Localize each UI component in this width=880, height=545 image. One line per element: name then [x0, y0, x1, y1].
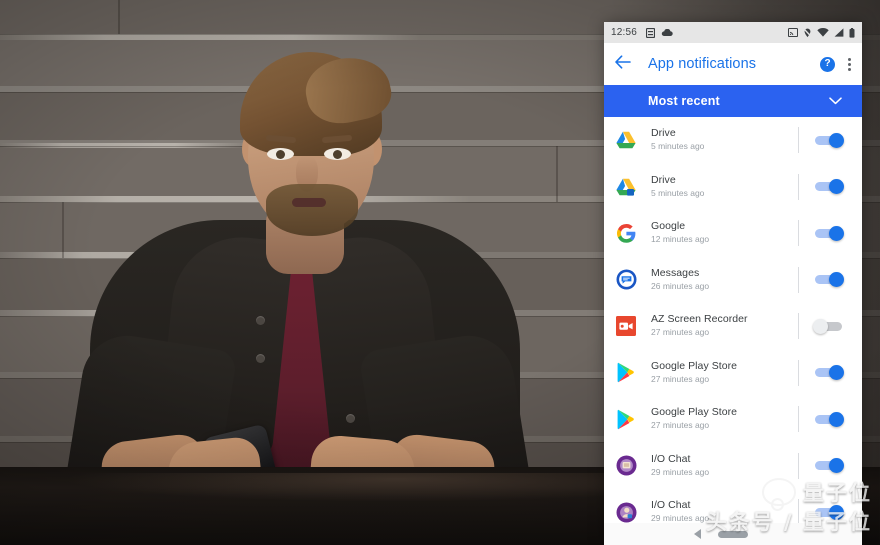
sort-selector-label: Most recent	[648, 94, 720, 108]
row-divider	[798, 173, 799, 200]
notification-row[interactable]: AZ Screen Recorder 27 minutes ago	[604, 303, 862, 350]
notification-timestamp: 27 minutes ago	[651, 373, 710, 384]
notification-row[interactable]: Google 12 minutes ago	[604, 210, 862, 257]
notification-toggle[interactable]	[815, 458, 844, 474]
notification-row[interactable]: Messages 26 minutes ago	[604, 257, 862, 304]
notification-toggle[interactable]	[815, 179, 844, 195]
notification-toggle[interactable]	[813, 318, 842, 334]
notification-toggle[interactable]	[815, 272, 844, 288]
wifi-icon	[817, 28, 829, 37]
notification-row[interactable]: I/O Chat 29 minutes ago	[604, 443, 862, 490]
notification-app-name: AZ Screen Recorder	[651, 313, 748, 326]
nav-back-triangle-icon[interactable]	[694, 529, 702, 539]
notification-row[interactable]: Google Play Store 27 minutes ago	[604, 396, 862, 443]
notification-row[interactable]: Drive 5 minutes ago	[604, 117, 862, 164]
row-divider	[798, 452, 799, 479]
signal-icon	[834, 28, 844, 37]
notification-app-name: Drive	[651, 127, 676, 140]
notification-app-name: Drive	[651, 173, 676, 186]
system-nav-bar	[604, 523, 862, 545]
calendar-notification-icon	[646, 27, 656, 38]
row-divider	[798, 499, 799, 526]
help-icon[interactable]: ?	[820, 56, 835, 72]
phone-screen-overlay: 12:56 App notifications ? Most recent Dr…	[604, 22, 862, 545]
location-off-icon	[803, 27, 812, 38]
google-drive-badge-icon	[615, 176, 637, 198]
notification-timestamp: 12 minutes ago	[651, 234, 710, 245]
notification-app-name: I/O Chat	[651, 452, 691, 465]
notification-app-name: Messages	[651, 266, 700, 279]
row-divider	[798, 266, 799, 293]
notification-row[interactable]: Google Play Store 27 minutes ago	[604, 350, 862, 397]
notification-toggle[interactable]	[815, 411, 844, 427]
notification-app-name: I/O Chat	[651, 499, 691, 512]
play-store-icon	[615, 408, 637, 430]
nav-home-pill-icon[interactable]	[718, 530, 748, 538]
row-divider	[798, 313, 799, 340]
notification-toggle[interactable]	[815, 132, 844, 148]
notification-timestamp: 5 minutes ago	[651, 141, 705, 152]
notification-toggle[interactable]	[815, 504, 844, 520]
notification-timestamp: 29 minutes ago	[651, 466, 710, 477]
play-store-icon	[615, 362, 637, 384]
app-bar: App notifications ?	[604, 43, 862, 85]
row-divider	[798, 220, 799, 247]
notification-timestamp: 27 minutes ago	[651, 420, 710, 431]
messages-icon	[615, 269, 637, 291]
notification-app-name: Google Play Store	[651, 359, 738, 372]
battery-icon	[849, 27, 855, 38]
az-screen-recorder-icon	[615, 315, 637, 337]
io-chat-avatar-2-icon	[615, 501, 637, 523]
notification-timestamp: 5 minutes ago	[651, 187, 705, 198]
status-bar-clock: 12:56	[611, 27, 638, 38]
notification-timestamp: 26 minutes ago	[651, 280, 710, 291]
back-arrow-icon[interactable]	[615, 54, 631, 74]
notification-row[interactable]: Drive 5 minutes ago	[604, 164, 862, 211]
status-bar: 12:56	[604, 22, 862, 43]
cast-icon	[788, 28, 798, 37]
sort-selector[interactable]: Most recent	[604, 85, 862, 117]
google-g-icon	[615, 222, 637, 244]
row-divider	[798, 127, 799, 154]
overflow-menu-icon[interactable]	[848, 57, 851, 71]
notification-list: Drive 5 minutes ago Drive 5 minutes ago …	[604, 117, 862, 536]
chevron-down-icon	[829, 92, 842, 110]
notification-app-name: Google Play Store	[651, 406, 738, 419]
cloud-icon	[661, 28, 673, 37]
page-title: App notifications	[648, 56, 757, 72]
row-divider	[798, 406, 799, 433]
notification-toggle[interactable]	[815, 365, 844, 381]
notification-timestamp: 27 minutes ago	[651, 327, 710, 338]
row-divider	[798, 359, 799, 386]
google-drive-icon	[615, 129, 637, 151]
notification-toggle[interactable]	[815, 225, 844, 241]
notification-app-name: Google	[651, 220, 686, 233]
io-chat-avatar-icon	[615, 455, 637, 477]
